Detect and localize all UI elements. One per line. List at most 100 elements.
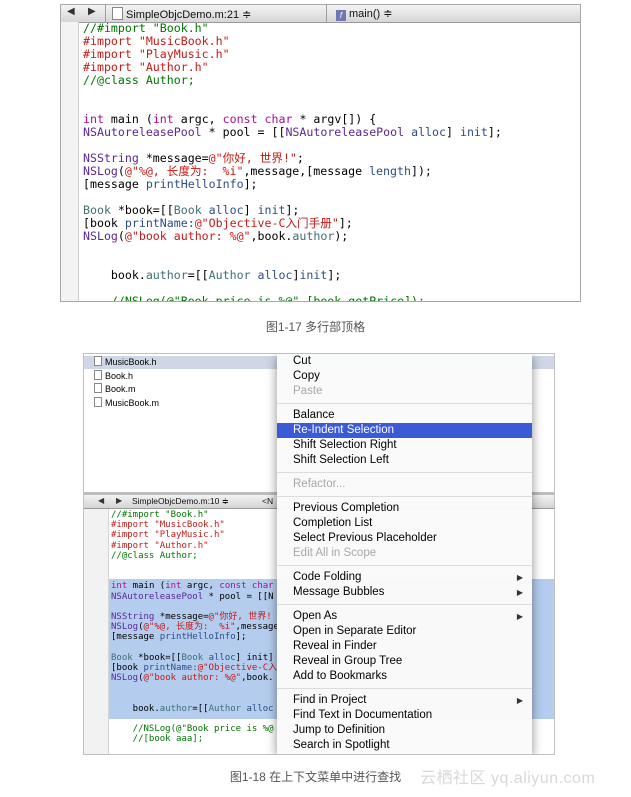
code-line: //#import "Book.h" (111, 510, 209, 520)
code-token: ( (117, 164, 125, 178)
code-token: #import "PlayMusic.h" (111, 530, 225, 541)
code-token: alloc (208, 203, 244, 217)
code-token: int (111, 581, 128, 592)
code-token: NSString (83, 151, 139, 165)
menu-item-search-in-spotlight[interactable]: Search in Spotlight (277, 738, 532, 753)
code-token: *message= (138, 151, 209, 165)
code-token: @"%@, 长度为: %i" (143, 622, 236, 633)
code-token: "Author.h" (138, 60, 209, 74)
menu-item-label: Copy (293, 370, 320, 382)
menu-divider (277, 565, 532, 566)
menu-item-label: Shift Selection Left (293, 454, 389, 466)
code-token: * argv[]) { (292, 112, 377, 126)
code-line: //NSLog(@"Book price is %@ (111, 724, 274, 734)
code-token: ,book. (241, 673, 274, 684)
code-token: ]; (338, 216, 353, 230)
file-icon (94, 356, 102, 366)
code-line: NSString *message=@"你好, 世界! " (111, 612, 282, 622)
back-arrow-icon[interactable]: ◀ (67, 6, 75, 17)
menu-item-re-indent-selection[interactable]: Re-Indent Selection (277, 423, 532, 438)
back-arrow-icon[interactable]: ◀ (98, 496, 104, 505)
code-token: #import "MusicBook.h" (111, 520, 225, 531)
code-token: @"你好, 世界!" (208, 151, 297, 165)
context-menu: Cut Copy Paste Balance Re-Indent Selection Sh… (277, 354, 532, 754)
menu-item-message-bubbles[interactable]: Message Bubbles ▶ (277, 585, 532, 600)
code-token: //[book aaa]; (111, 734, 204, 745)
menu-item-balance[interactable]: Balance (277, 408, 532, 423)
menu-item-label: Cut (293, 355, 311, 367)
code-token: ,message (235, 622, 279, 633)
code-line: [message printHelloInfo]; (111, 632, 246, 642)
menu-divider (277, 496, 532, 497)
menu-item-shift-selection-right[interactable]: Shift Selection Right (277, 438, 532, 453)
code-token: @"%@, 长度为: %i" (124, 164, 244, 178)
code-token: ); (334, 229, 349, 243)
code-line: [message printHelloInfo]; (83, 178, 258, 191)
file-popup-label[interactable]: SimpleObjcDemo.m:10 ≑ (132, 496, 229, 507)
code-token: ]; (487, 125, 502, 139)
code-token: Book (111, 652, 133, 663)
menu-item-reveal-in-group-tree[interactable]: Reveal in Group Tree (277, 654, 532, 669)
menu-item-code-folding[interactable]: Code Folding ▶ (277, 570, 532, 585)
code-line: NSLog(@"%@, 长度为: %i",message (111, 622, 279, 632)
menu-item-open-as[interactable]: Open As ▶ (277, 609, 532, 624)
code-editor[interactable]: //#import "Book.h" #import "MusicBook.h" #… (83, 22, 578, 302)
code-token: #import (83, 47, 139, 61)
code-line: [book printName:@"Objective-C入 (111, 663, 277, 673)
file-name: MusicBook.h (105, 357, 157, 367)
file-popup[interactable]: SimpleObjcDemo.m:21 ≑ (112, 7, 251, 21)
code-token: author (159, 703, 193, 714)
code-line: //@class Author; (83, 74, 195, 87)
menu-item-jump-to-definition[interactable]: Jump to Definition (277, 723, 532, 738)
xcode-context-menu-figure-2: MusicBook.h Book.h Book.m MusicBook.m ◀ ▶ S… (83, 353, 555, 755)
code-token: ] (446, 125, 460, 139)
code-line: int main (int argc, const char (111, 581, 274, 591)
menu-divider (277, 604, 532, 605)
menu-item-open-in-separate-editor[interactable]: Open in Separate Editor (277, 624, 532, 639)
code-token: NSLog (111, 673, 139, 684)
menu-item-select-previous-placeholder[interactable]: Select Previous Placeholder (277, 531, 532, 546)
menu-item-completion-list[interactable]: Completion List (277, 516, 532, 531)
code-token: NSString (111, 612, 155, 622)
menu-item-shift-selection-left[interactable]: Shift Selection Left (277, 453, 532, 468)
submenu-arrow-icon: ▶ (516, 573, 523, 582)
code-token: author (145, 268, 188, 282)
menu-item-find-text-in-documentation[interactable]: Find Text in Documentation (277, 708, 532, 723)
menu-item-reveal-in-finder[interactable]: Reveal in Finder (277, 639, 532, 654)
code-token: * pool = [[ (201, 125, 286, 139)
code-token: *book=[[ (132, 652, 182, 663)
code-token: ]; (327, 268, 342, 282)
code-line: book.author=[[Author alloc]init]; (83, 269, 341, 282)
code-token: [book (111, 663, 144, 673)
gutter (84, 509, 109, 754)
code-token: @"book author: %@" (124, 229, 251, 243)
menu-item-cut[interactable]: Cut (277, 354, 532, 369)
forward-arrow-icon[interactable]: ▶ (88, 6, 96, 17)
code-token: const (222, 112, 258, 126)
code-token: *message= (154, 612, 209, 622)
menu-item-label: Edit All in Scope (293, 547, 377, 559)
menu-item-label: Open As (293, 610, 338, 622)
file-icon (94, 369, 102, 380)
code-token: main ( (127, 581, 166, 592)
forward-arrow-icon[interactable]: ▶ (116, 496, 122, 505)
menu-item-add-to-bookmarks[interactable]: Add to Bookmarks (277, 669, 532, 684)
code-token: ]); (410, 164, 432, 178)
menu-item-label: Find in Project (293, 694, 367, 706)
code-line: //NSLog(@"Book price is %@",[book getPri… (83, 295, 425, 302)
menu-item-previous-completion[interactable]: Previous Completion (277, 501, 532, 516)
code-token: author (292, 229, 335, 243)
menu-item-label: Code Folding (293, 571, 362, 583)
code-token: ] init] (235, 652, 274, 663)
code-token: argc, (173, 112, 223, 126)
code-token: int (83, 112, 104, 126)
function-popup[interactable]: f main() ≑ (336, 7, 392, 21)
menu-item-copy[interactable]: Copy (277, 369, 532, 384)
jump-bar-trailing-label[interactable]: <N (262, 496, 273, 506)
menu-item-find-in-project[interactable]: Find in Project ▶ (277, 693, 532, 708)
code-token: char (246, 581, 274, 592)
file-name: MusicBook.m (105, 397, 160, 408)
